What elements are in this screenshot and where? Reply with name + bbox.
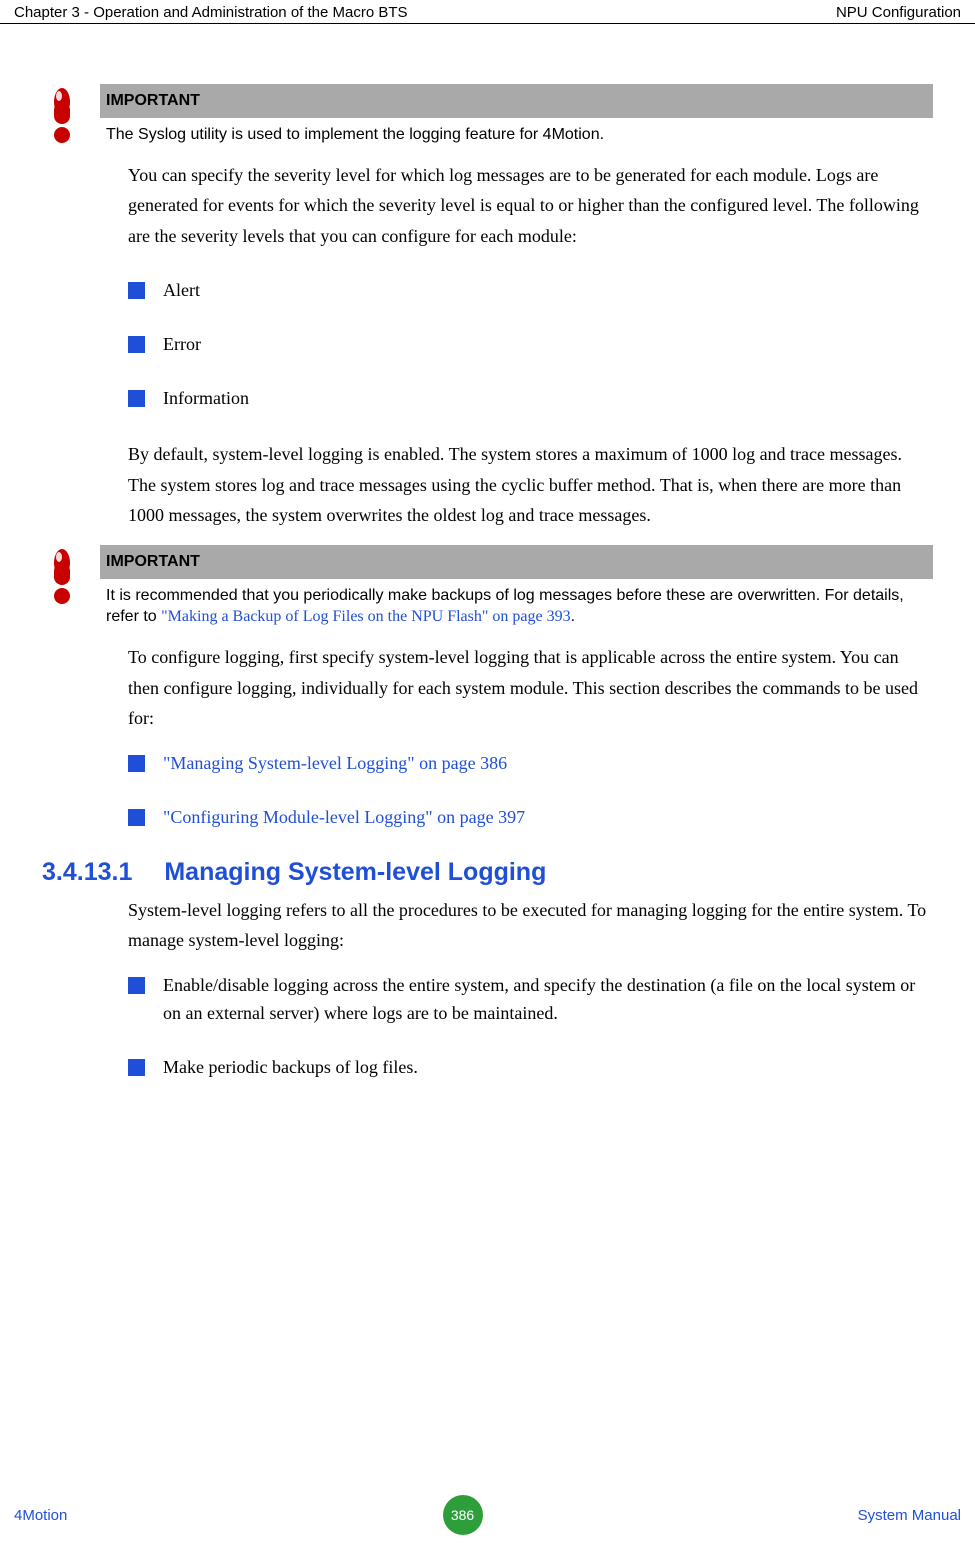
bullet-icon	[128, 1059, 145, 1076]
list-text: Enable/disable logging across the entire…	[163, 972, 933, 1028]
header-left: Chapter 3 - Operation and Administration…	[14, 4, 408, 21]
xref-list: "Managing System-level Logging" on page …	[128, 750, 933, 832]
page-number: 386	[443, 1495, 483, 1535]
bullet-icon	[128, 977, 145, 994]
list-text: Alert	[163, 277, 200, 305]
list-link[interactable]: "Configuring Module-level Logging" on pa…	[163, 804, 525, 832]
list-item: Error	[128, 331, 933, 359]
heading-number: 3.4.13.1	[42, 858, 132, 887]
list-item: Make periodic backups of log files.	[128, 1054, 933, 1082]
paragraph: By default, system-level logging is enab…	[128, 439, 933, 531]
important-label: IMPORTANT	[100, 545, 933, 579]
important-callout: IMPORTANT It is recommended that you per…	[42, 545, 933, 628]
important-body-link[interactable]: "Making a Backup of Log Files on the NPU…	[161, 608, 570, 625]
important-callout: IMPORTANT The Syslog utility is used to …	[42, 84, 933, 146]
list-text: Make periodic backups of log files.	[163, 1054, 418, 1082]
section-heading: 3.4.13.1 Managing System-level Logging	[42, 858, 933, 887]
important-icon	[42, 545, 82, 605]
steps-list: Enable/disable logging across the entire…	[128, 972, 933, 1082]
bullet-icon	[128, 755, 145, 772]
list-item: Enable/disable logging across the entire…	[128, 972, 933, 1028]
bullet-icon	[128, 809, 145, 826]
important-icon	[42, 84, 82, 144]
footer-left: 4Motion	[14, 1507, 67, 1524]
paragraph: You can specify the severity level for w…	[128, 160, 933, 252]
list-item: Information	[128, 385, 933, 413]
paragraph: System-level logging refers to all the p…	[128, 895, 933, 956]
severity-list: Alert Error Information	[128, 277, 933, 413]
list-item: "Managing System-level Logging" on page …	[128, 750, 933, 778]
page-footer: 4Motion 386 System Manual	[14, 1495, 961, 1535]
important-label: IMPORTANT	[100, 84, 933, 118]
footer-right: System Manual	[858, 1507, 961, 1524]
list-link[interactable]: "Managing System-level Logging" on page …	[163, 750, 507, 778]
page-header: Chapter 3 - Operation and Administration…	[0, 0, 975, 24]
heading-title: Managing System-level Logging	[164, 858, 546, 887]
important-body: The Syslog utility is used to implement …	[100, 118, 933, 146]
bullet-icon	[128, 336, 145, 353]
paragraph: To configure logging, first specify syst…	[128, 642, 933, 734]
bullet-icon	[128, 390, 145, 407]
list-text: Information	[163, 385, 249, 413]
important-body-post: .	[571, 608, 575, 625]
list-text: Error	[163, 331, 201, 359]
list-item: Alert	[128, 277, 933, 305]
bullet-icon	[128, 282, 145, 299]
important-body: It is recommended that you periodically …	[100, 579, 933, 628]
header-right: NPU Configuration	[836, 4, 961, 21]
list-item: "Configuring Module-level Logging" on pa…	[128, 804, 933, 832]
